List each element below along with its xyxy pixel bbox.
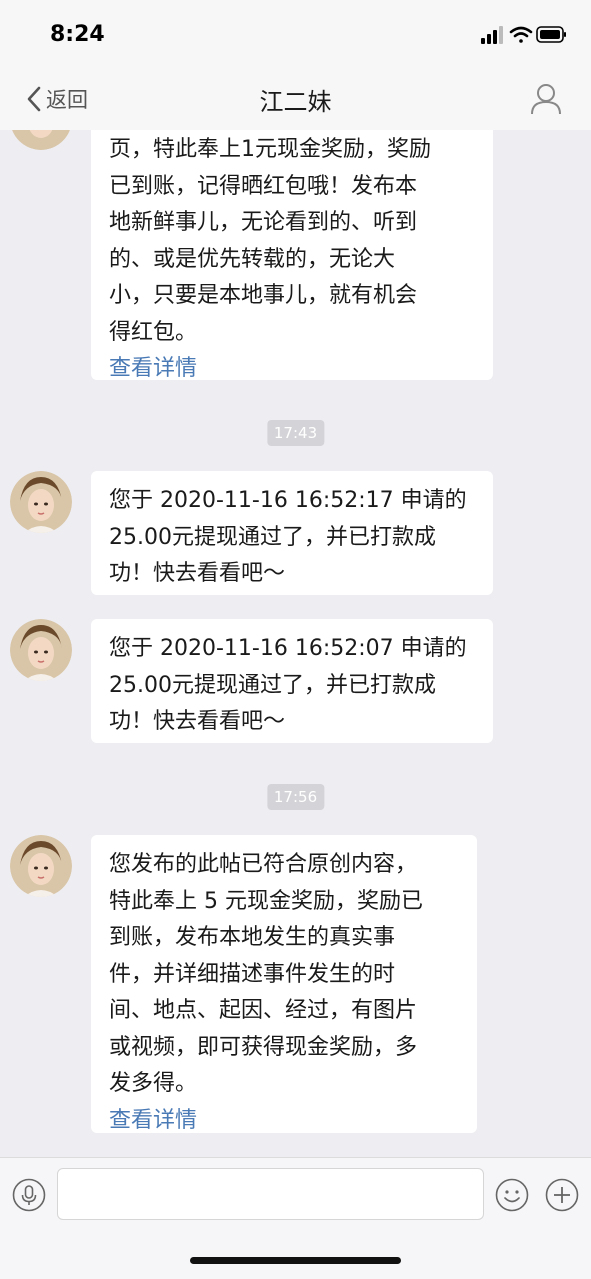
avatar[interactable] (10, 130, 72, 150)
message-line: 25.00元提现通过了，并已打款成 (109, 524, 436, 550)
message-line: 您于 2020-11-16 16:52:17 申请的 (109, 488, 467, 513)
view-details-link[interactable]: 查看详情 (109, 351, 475, 388)
message-line: 地新鲜事儿，无论看到的、听到 (109, 210, 418, 235)
message-line: 您于 2020-11-16 16:52:07 申请的 (109, 636, 467, 661)
avatar[interactable] (10, 471, 72, 533)
message-bubble: 您发布的此帖已符合原创内容， 特此奉上 5 元现金奖励，奖励已 到账，发布本地发… (91, 835, 477, 1133)
message-line: 小，只要是本地事儿，就有机会 (109, 283, 418, 308)
timestamp: 17:56 (266, 784, 325, 810)
timestamp: 17:43 (266, 420, 325, 446)
status-icons (481, 26, 566, 44)
message-bubble: 您于 2020-11-16 16:52:17 申请的 25.00元提现通过了，并… (91, 471, 493, 595)
message-line: 发多得。 (109, 1071, 198, 1096)
status-bar: 8:24 (0, 0, 591, 68)
message-line: 的、或是优先转载的，无论大 (109, 246, 396, 272)
chat-area[interactable]: 页，特此奉上1元现金奖励，奖励 已到账，记得晒红包哦！发布本 地新鲜事儿，无论看… (0, 130, 591, 1157)
nav-bar: 返回 江二妹 (0, 68, 591, 130)
message-line: 25.00元提现通过了，并已打款成 (109, 672, 436, 698)
message-line: 页，特此奉上1元现金奖励，奖励 (109, 137, 431, 162)
message-line: 已到账，记得晒红包哦！发布本 (109, 173, 418, 199)
message-input[interactable] (57, 1168, 484, 1220)
message-line: 您发布的此帖已符合原创内容， (109, 852, 418, 877)
wifi-icon (509, 26, 533, 43)
message-bubble: 您于 2020-11-16 16:52:07 申请的 25.00元提现通过了，并… (91, 619, 493, 743)
message-line: 特此奉上 5 元现金奖励，奖励已 (109, 888, 423, 914)
cellular-signal-icon (481, 26, 503, 44)
status-time: 8:24 (50, 22, 105, 47)
avatar[interactable] (10, 619, 72, 681)
avatar[interactable] (10, 835, 72, 897)
message-line: 功！快去看看吧～ (109, 561, 286, 586)
view-details-link[interactable]: 查看详情 (109, 1103, 459, 1140)
message-line: 件，并详细描述事件发生的时 (109, 961, 396, 987)
smiley-icon[interactable] (495, 1178, 529, 1212)
home-indicator[interactable] (190, 1257, 401, 1264)
person-icon[interactable] (529, 82, 563, 116)
message-line: 得红包。 (109, 319, 198, 345)
message-line: 功！快去看看吧～ (109, 709, 286, 734)
battery-icon (536, 26, 566, 43)
message-line: 到账，发布本地发生的真实事 (109, 925, 396, 950)
plus-icon[interactable] (545, 1178, 579, 1212)
page-title: 江二妹 (259, 88, 332, 116)
message-line: 或视频，即可获得现金奖励，多 (109, 1034, 418, 1060)
message-bubble: 页，特此奉上1元现金奖励，奖励 已到账，记得晒红包哦！发布本 地新鲜事儿，无论看… (91, 130, 493, 381)
message-line: 间、地点、起因、经过，有图片 (109, 998, 418, 1023)
microphone-icon[interactable] (12, 1178, 46, 1212)
